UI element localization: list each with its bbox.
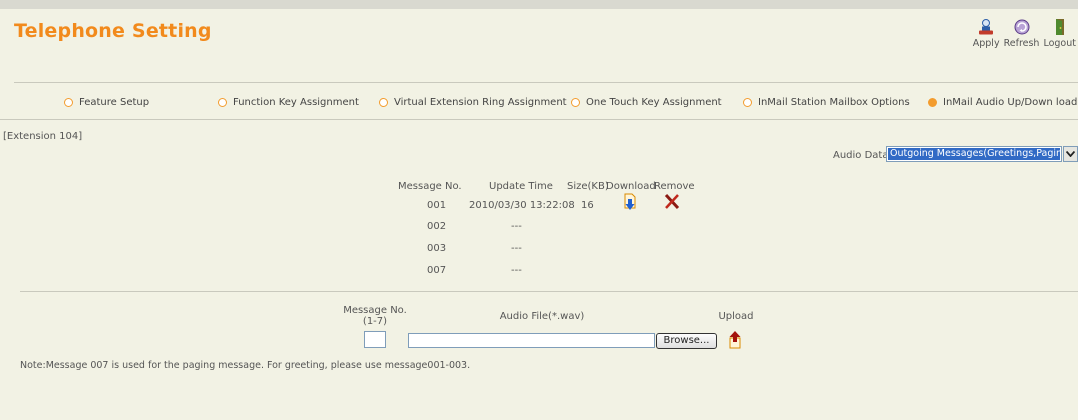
remove-icon: [664, 193, 680, 210]
update-time-cell: ---: [511, 243, 522, 254]
radio-icon: [218, 98, 227, 107]
logout-icon: [1055, 19, 1064, 35]
extension-label: [Extension 104]: [3, 131, 83, 142]
tab-label: Feature Setup: [79, 97, 150, 108]
page-title: Telephone Setting: [14, 20, 212, 42]
update-time-cell: 2010/03/30 13:22:08: [469, 200, 575, 211]
tab-label: Virtual Extension Ring Assignment: [394, 97, 567, 108]
message-no-cell: 007: [427, 265, 447, 276]
update-time-cell: ---: [511, 221, 522, 232]
audio-file-label: Audio File(*.wav): [499, 311, 585, 322]
radio-icon: [571, 98, 580, 107]
apply-button[interactable]: Apply: [973, 18, 1000, 49]
header-size: Size(KB): [567, 181, 609, 192]
remove-button[interactable]: [664, 193, 680, 213]
note-text: Note:Message 007 is used for the paging …: [20, 360, 471, 371]
tab-bar: Feature Setup Function Key Assignment Vi…: [0, 97, 1078, 111]
audio-data-label: Audio Data: [833, 150, 889, 161]
message-no-cell: 001: [427, 200, 447, 211]
message-no-cell: 002: [427, 221, 447, 232]
message-no-label-text: Message No.: [343, 305, 407, 316]
upload-icon: [729, 331, 741, 349]
tab-inmail-audio-updown-load[interactable]: InMail Audio Up/Down load: [928, 97, 1077, 108]
message-no-cell: 003: [427, 243, 447, 254]
radio-icon: [64, 98, 73, 107]
upload-label: Upload: [718, 311, 754, 322]
browse-button[interactable]: Browse...: [656, 333, 717, 349]
header-message-no: Message No.: [398, 181, 462, 192]
upload-button[interactable]: [728, 330, 742, 352]
header-update-time: Update Time: [489, 181, 553, 192]
message-no-range-text: (1-7): [362, 316, 388, 327]
window-top-frame: [0, 0, 1078, 9]
upload-message-no-label: Message No. (1-7): [338, 305, 412, 327]
download-icon: [624, 193, 636, 210]
tab-one-touch-key-assignment[interactable]: One Touch Key Assignment: [571, 97, 722, 108]
upload-divider: [20, 291, 1078, 292]
refresh-button[interactable]: Refresh: [1003, 18, 1040, 49]
radio-selected-icon: [928, 98, 937, 107]
chevron-down-icon[interactable]: [1063, 146, 1078, 162]
audio-data-select[interactable]: Outgoing Messages(Greetings,Paging): [886, 146, 1062, 162]
message-no-input[interactable]: [364, 331, 386, 348]
audio-file-input[interactable]: [408, 333, 655, 348]
radio-icon: [743, 98, 752, 107]
header-remove: Remove: [654, 181, 695, 192]
header-divider: [14, 82, 1078, 83]
update-time-cell: ---: [511, 265, 522, 276]
tab-label: One Touch Key Assignment: [586, 97, 722, 108]
refresh-label: Refresh: [1003, 38, 1040, 49]
tab-inmail-station-mailbox-options[interactable]: InMail Station Mailbox Options: [743, 97, 910, 108]
toolbar: Apply Refresh Logout: [973, 18, 1076, 49]
refresh-icon: [1014, 19, 1030, 35]
logout-label: Logout: [1043, 38, 1076, 49]
download-button[interactable]: [623, 193, 637, 214]
header-download: Download: [606, 181, 656, 192]
size-cell: 16: [581, 200, 594, 211]
tab-virtual-extension-ring-assignment[interactable]: Virtual Extension Ring Assignment: [379, 97, 567, 108]
tab-label: Function Key Assignment: [233, 97, 359, 108]
apply-label: Apply: [972, 38, 1000, 49]
logout-button[interactable]: Logout: [1043, 18, 1076, 49]
tab-function-key-assignment[interactable]: Function Key Assignment: [218, 97, 359, 108]
radio-icon: [379, 98, 388, 107]
tab-feature-setup[interactable]: Feature Setup: [64, 97, 149, 108]
tab-label: InMail Station Mailbox Options: [758, 97, 910, 108]
apply-icon: [979, 19, 994, 35]
tab-divider: [0, 119, 1078, 120]
tab-label: InMail Audio Up/Down load: [943, 97, 1078, 108]
audio-data-selected-value: Outgoing Messages(Greetings,Paging): [888, 148, 1060, 160]
